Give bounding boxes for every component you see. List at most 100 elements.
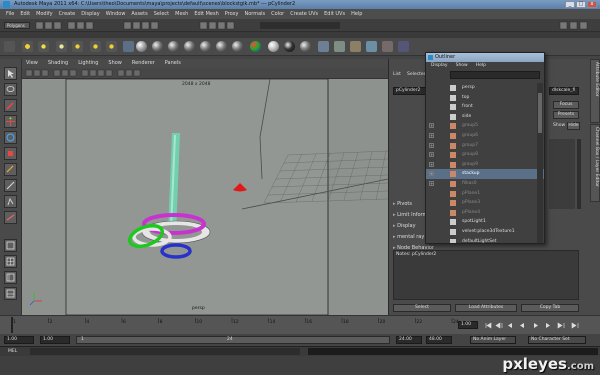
outliner-item[interactable]: pPlane4 [426,208,544,218]
xray-icon[interactable] [125,69,133,77]
anim-layer-dropdown[interactable]: No Anim Layer [470,336,516,344]
outliner-item[interactable]: + group9 [426,160,544,170]
isolate-icon[interactable] [133,69,141,77]
textured-icon[interactable] [97,69,105,77]
expand-icon[interactable]: + [429,132,434,138]
show-toggle[interactable]: Show [553,123,565,128]
go-to-start-icon[interactable] [485,322,492,329]
range-bar[interactable]: 1 24 [76,336,390,344]
last-tool-icon[interactable] [4,179,17,192]
tool-icon-4[interactable] [72,41,83,52]
material-icon-10[interactable] [284,41,295,52]
camera-attr-icon[interactable] [25,69,33,77]
layout-four-pane-icon[interactable] [4,255,17,268]
menu-create-uvs[interactable]: Create UVs [290,9,318,19]
grid-toggle-icon[interactable] [53,69,61,77]
node2-name-field[interactable]: dlskcale_fi [549,87,579,95]
select-button[interactable]: Select [393,304,451,312]
menu-proxy[interactable]: Proxy [225,9,239,19]
start-time-field[interactable]: 1.00 [4,336,34,344]
outliner-scrollbar[interactable] [537,83,543,243]
menu-edit[interactable]: Edit [20,9,30,19]
soft-mod-tool-icon[interactable] [4,211,17,224]
menu-help[interactable]: Help [351,9,362,19]
menu-modify[interactable]: Modify [36,9,53,19]
smooth-shade-icon[interactable] [89,69,97,77]
outliner-item[interactable]: velvet:place3dTexture1 [426,227,544,237]
tab-list[interactable]: List [393,72,401,77]
outliner-item[interactable]: spotLight1 [426,217,544,227]
menu-mesh[interactable]: Mesh [175,9,188,19]
camera-icon[interactable] [366,41,377,52]
outliner-item[interactable]: + group8 [426,150,544,160]
play-backwards-icon[interactable] [520,323,524,328]
presets-button[interactable]: Presets [553,111,579,119]
tool-icon-1[interactable] [22,41,33,52]
lattice-tool-icon[interactable] [4,195,17,208]
outliner-item[interactable]: + group6 [426,131,544,141]
select-tool-icon[interactable] [4,67,17,80]
outliner-item[interactable]: side [426,112,544,122]
vp-menu-renderer[interactable]: Renderer [132,59,155,68]
tool-icon-2[interactable] [38,41,49,52]
focus-button[interactable]: Focus [553,101,579,109]
minimize-button[interactable]: _ [565,1,575,8]
outliner-item[interactable]: persp [426,83,544,93]
scale-tool-icon[interactable] [4,147,17,160]
menu-select[interactable]: Select [154,9,169,19]
material-icon-7[interactable] [232,41,243,52]
notes-area[interactable]: Notes: pCylinder2 [393,250,579,300]
playback-end-field[interactable]: 24.00 [396,336,422,344]
material-icon-3[interactable] [168,41,179,52]
vp-menu-panels[interactable]: Panels [165,59,181,68]
menu-color[interactable]: Color [271,9,284,19]
menu-display[interactable]: Display [81,9,99,19]
outliner-item[interactable]: + group7 [426,141,544,151]
material-icon-5[interactable] [200,41,211,52]
step-forward-frame-icon[interactable] [546,323,550,328]
node-name-field[interactable]: pCylinder2 [393,87,427,95]
character-set-dropdown[interactable]: No Character Set [528,336,586,344]
material-icon-6[interactable] [216,41,227,52]
wireframe-icon[interactable] [81,69,89,77]
tool-icon-6[interactable] [106,41,117,52]
menu-normals[interactable]: Normals [244,9,265,19]
layout-single-pane-icon[interactable] [4,239,17,252]
menu-edit-uvs[interactable]: Edit UVs [324,9,345,19]
expand-icon[interactable]: + [429,161,434,167]
expand-icon[interactable]: + [429,171,434,177]
step-back-key-icon[interactable] [495,322,503,329]
layout-persp-outliner-icon[interactable] [4,271,17,284]
expand-icon[interactable]: + [429,180,434,186]
vp-menu-shading[interactable]: Shading [48,59,68,68]
go-to-end-icon[interactable] [571,322,579,329]
vp-menu-lighting[interactable]: Lighting [78,59,98,68]
material-icon-4[interactable] [184,41,195,52]
play-forwards-icon[interactable] [534,323,538,328]
menu-file[interactable]: File [6,9,14,19]
layout-persp-graph-icon[interactable] [4,287,17,300]
end-time-field[interactable]: 48.00 [426,336,452,344]
tool-icon-7[interactable] [123,41,134,52]
shadows-icon[interactable] [117,69,125,77]
outliner-item[interactable]: defaultLightSet [426,237,544,243]
lights-icon[interactable] [105,69,113,77]
outliner-item[interactable]: + group5 [426,121,544,131]
step-forward-key-icon[interactable] [557,322,565,329]
side-tab-attribute-editor[interactable]: Attribute Editor [590,59,600,123]
shelf-menu-icon[interactable] [4,41,15,52]
outliner-item[interactable]: + filkas0 [426,179,544,189]
outliner-item[interactable]: pPlane3 [426,198,544,208]
script-icon[interactable] [382,41,393,52]
menu-window[interactable]: Window [106,9,126,19]
tool-icon-3[interactable] [56,41,67,52]
copy-tab-button[interactable]: Copy Tab [521,304,579,312]
light-icon[interactable] [334,41,345,52]
hide-button[interactable]: Hide [567,122,580,130]
outliner-item[interactable]: front [426,102,544,112]
material-icon-2[interactable] [152,41,163,52]
texture-icon[interactable] [350,41,361,52]
playback-start-field[interactable]: 1.00 [40,336,70,344]
current-time-field[interactable]: 1.00 [458,321,478,329]
load-attributes-button[interactable]: Load Attributes [455,304,517,312]
